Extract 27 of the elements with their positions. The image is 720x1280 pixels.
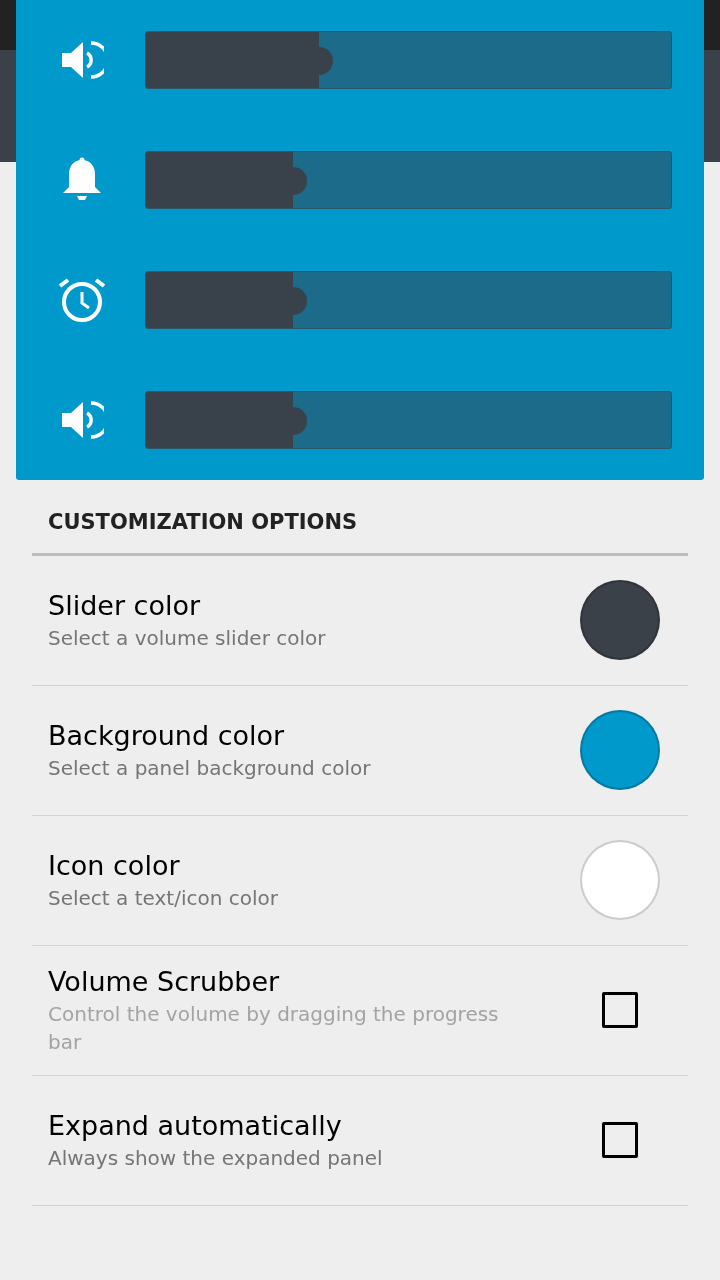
- slider-thumb[interactable]: [319, 47, 334, 75]
- option-title: Expand automatically: [48, 1109, 343, 1143]
- slider-thumb[interactable]: [293, 407, 307, 435]
- option-description: Always show the expanded panel: [48, 1145, 384, 1172]
- settings-row[interactable]: Slider color Select a volume slider color: [32, 555, 688, 686]
- checkbox[interactable]: [602, 1122, 638, 1158]
- option-title: Slider color: [48, 589, 202, 623]
- option-description: Select a volume slider color: [48, 625, 327, 652]
- slider-thumb[interactable]: [293, 287, 307, 315]
- slider-thumb[interactable]: [293, 167, 307, 195]
- settings-row[interactable]: Background color Select a panel background color: [32, 685, 688, 816]
- volume-slider[interactable]: [145, 271, 672, 329]
- speaker-icon: [59, 39, 104, 81]
- option-description: Select a text/icon color: [48, 885, 279, 912]
- option-title: Icon color: [48, 849, 181, 883]
- volume-slider[interactable]: [145, 31, 672, 89]
- option-title: Background color: [48, 719, 286, 753]
- section-title: CUSTOMIZATION OPTIONS: [48, 510, 358, 534]
- volume-slider[interactable]: [145, 151, 672, 209]
- alarm-clock-icon: [57, 276, 106, 324]
- speaker-icon: [59, 399, 104, 441]
- option-title: Volume Scrubber: [48, 965, 281, 999]
- option-description: Select a panel background color: [48, 755, 372, 782]
- option-description: Control the volume by dragging the progress bar: [48, 1001, 500, 1056]
- settings-row[interactable]: Icon color Select a text/icon color: [32, 815, 688, 946]
- volume-slider[interactable]: [145, 391, 672, 449]
- settings-row[interactable]: Expand automatically Always show the expanded panel: [32, 1075, 688, 1206]
